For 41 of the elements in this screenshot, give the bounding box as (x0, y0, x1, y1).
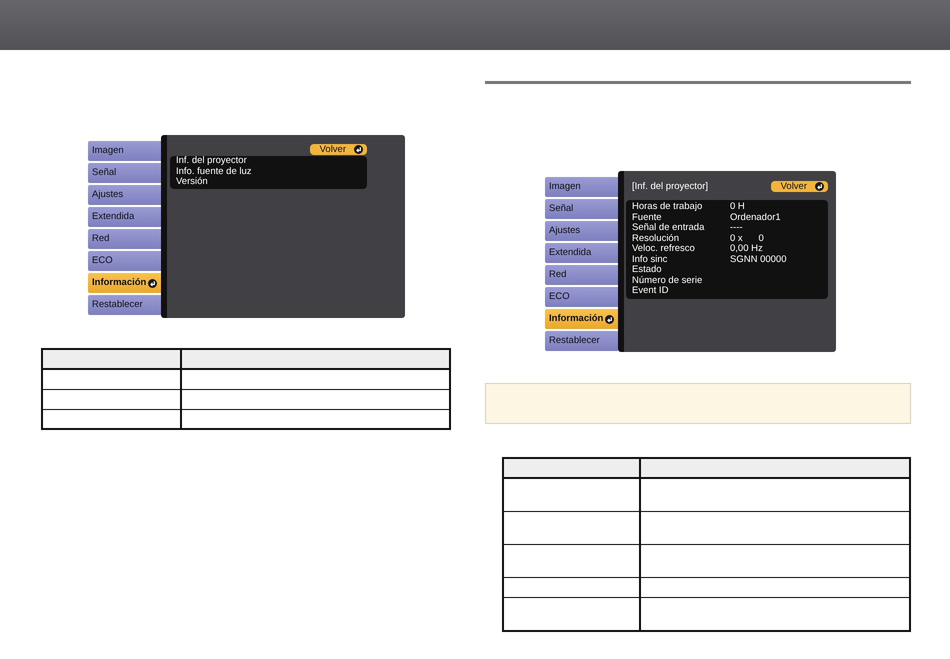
enter-icon (148, 278, 157, 288)
info-label: Señal de entrada (631, 223, 706, 234)
menu-tab[interactable]: Red (88, 229, 161, 249)
menu-tab[interactable]: ECO (545, 287, 618, 307)
menu-item[interactable]: Versión (170, 177, 367, 188)
menu-tab[interactable]: Señal (88, 163, 161, 183)
info-value: ---- (729, 223, 744, 234)
info-label: Número de serie (631, 276, 704, 286)
menu-item[interactable]: Inf. del proyector (170, 156, 367, 166)
menu-tab[interactable]: Extendida (545, 243, 618, 263)
menu-tab[interactable]: Información (545, 309, 618, 329)
info-value: Ordenador1 (729, 212, 782, 223)
menu-tab[interactable]: Información (88, 273, 161, 293)
info-value: 0,00 Hz (729, 244, 764, 254)
info-label: Veloc. refresco (631, 244, 696, 254)
info-value: 0 x 0 (729, 234, 765, 244)
menu-tab[interactable]: Ajustes (88, 185, 161, 205)
back-button[interactable]: Volver (310, 144, 367, 155)
info-label: Info sinc (631, 254, 668, 265)
back-button[interactable]: Volver (770, 181, 828, 192)
info-label: Horas de trabajo (631, 202, 704, 212)
menu-tab[interactable]: Ajustes (545, 221, 618, 241)
enter-icon (815, 182, 824, 191)
info-label: Fuente (631, 212, 663, 223)
enter-icon (605, 314, 614, 324)
menu-tab[interactable]: Extendida (88, 207, 161, 227)
menu-tab[interactable]: Restablecer (88, 295, 161, 315)
menu-tab[interactable]: Red (545, 265, 618, 285)
menu-tab[interactable]: ECO (88, 251, 161, 271)
info-label: Event ID (631, 286, 670, 296)
menu-item[interactable]: Info. fuente de luz (170, 166, 367, 177)
menu-tab[interactable]: Señal (545, 199, 618, 219)
menu-tab[interactable]: Imagen (88, 141, 161, 161)
info-value: 0 H (729, 202, 746, 212)
info-label: Resolución (631, 234, 680, 244)
menu-title: [Inf. del proyector] (632, 182, 708, 192)
menu-tab[interactable]: Restablecer (545, 331, 618, 351)
info-label: Estado (631, 265, 663, 276)
menu-tab[interactable]: Imagen (545, 177, 618, 197)
enter-icon (354, 145, 363, 154)
info-value: SGNN 00000 (729, 254, 788, 265)
